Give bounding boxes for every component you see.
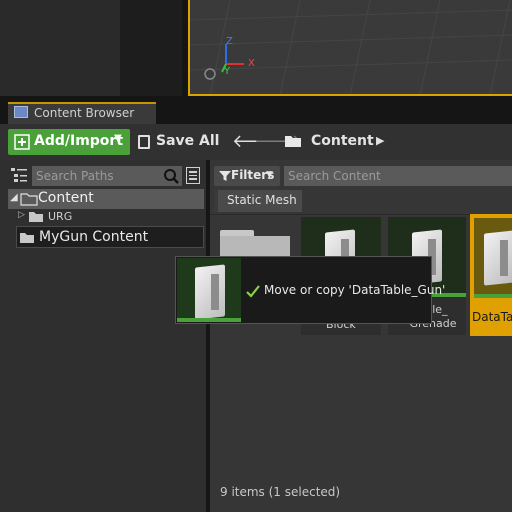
save-icon xyxy=(138,135,150,149)
folder-icon xyxy=(29,212,43,222)
tree-item-label: Content xyxy=(38,190,94,206)
asset-type-bar xyxy=(474,294,512,298)
data-table-icon-bar xyxy=(500,240,508,276)
tree-item-content[interactable]: ◢ Content xyxy=(8,189,204,209)
add-import-label: Add/Import xyxy=(34,133,124,149)
drag-drop-tooltip: Move or copy 'DataTable_Gun' xyxy=(175,256,445,324)
axis-gizmo-icon xyxy=(204,44,244,80)
data-table-icon xyxy=(195,264,225,320)
asset-tile-label: DataTa xyxy=(472,310,512,324)
asset-thumbnail xyxy=(474,218,512,298)
tree-view-icon[interactable] xyxy=(10,166,28,184)
filter-divider xyxy=(210,214,512,215)
search-content-input[interactable]: Search Content xyxy=(284,166,512,186)
drag-tooltip-text: Move or copy 'DataTable_Gun' xyxy=(264,283,446,297)
save-all-button[interactable]: Save All xyxy=(156,133,219,149)
chevron-down-icon: ▼ xyxy=(114,133,122,144)
content-browser-tab-icon xyxy=(14,106,28,118)
add-import-button[interactable]: Add/Import ▼ xyxy=(8,129,130,155)
search-icon[interactable] xyxy=(163,168,179,184)
item-count-status: 9 items (1 selected) xyxy=(220,485,341,499)
search-paths-input[interactable]: Search Paths xyxy=(32,166,182,186)
search-paths-placeholder: Search Paths xyxy=(36,169,114,183)
expanded-arrow-icon[interactable]: ◢ xyxy=(10,192,18,203)
chevron-down-icon: ▼ xyxy=(266,170,273,180)
breadcrumb-chevron-icon[interactable]: ▶ xyxy=(376,134,384,147)
tree-item-label: MyGun Content xyxy=(39,229,149,245)
axis-z-label: Z xyxy=(226,36,233,47)
content-panel xyxy=(210,160,512,512)
asset-type-bar xyxy=(177,318,241,322)
checkmark-icon xyxy=(246,285,260,298)
filter-chip-indicator xyxy=(214,190,218,212)
data-table-icon-bar xyxy=(211,274,219,310)
filter-icon xyxy=(219,171,231,181)
filter-chip-label: Static Mesh xyxy=(227,193,297,207)
tab-title: Content Browser xyxy=(34,106,135,120)
collapsed-arrow-icon[interactable]: ▷ xyxy=(18,210,25,220)
filter-chip-static-mesh[interactable]: Static Mesh xyxy=(214,190,302,212)
tree-item-label: URG xyxy=(48,210,73,223)
axis-y-label: Y xyxy=(224,66,231,77)
search-content-placeholder: Search Content xyxy=(288,169,381,183)
axis-x-label: X xyxy=(248,58,255,69)
tree-item-mygun-content[interactable]: MyGun Content xyxy=(16,226,204,248)
tree-item-urg[interactable]: ▷ URG xyxy=(16,209,196,225)
folder-open-icon xyxy=(20,193,38,206)
folder-open-icon xyxy=(285,136,301,147)
add-icon xyxy=(14,134,30,150)
asset-tile-datatable-gun[interactable]: DataTa xyxy=(470,214,512,336)
drag-thumbnail xyxy=(177,258,241,322)
folder-icon xyxy=(20,233,34,243)
viewport-divider-column xyxy=(120,0,182,96)
viewport-left-panel xyxy=(0,0,120,96)
breadcrumb-content[interactable]: Content xyxy=(311,133,374,149)
level-viewport[interactable]: Z X Y xyxy=(188,0,512,96)
path-view-options-icon[interactable] xyxy=(186,167,200,184)
filters-button[interactable]: Filters ▼ xyxy=(214,166,280,186)
